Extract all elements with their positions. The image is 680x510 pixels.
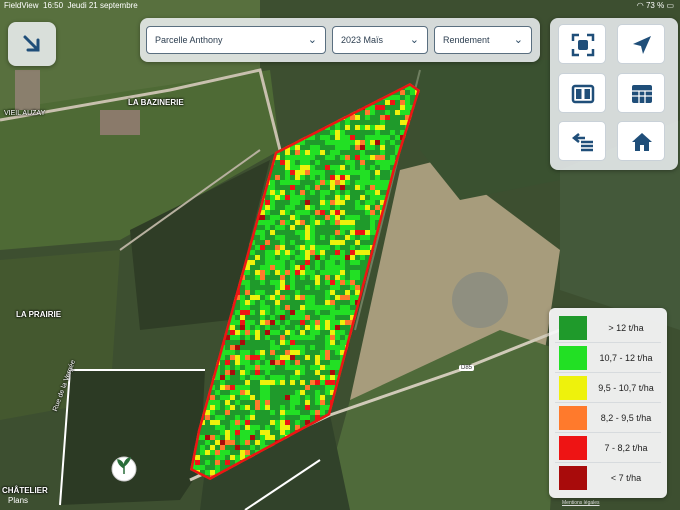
label-vieil-auzay: VIEIL AUZAY bbox=[4, 110, 46, 117]
road-sign-d85: D85 bbox=[459, 365, 475, 371]
legend-label: 7 - 8,2 t/ha bbox=[604, 443, 648, 453]
split-view-button[interactable] bbox=[558, 73, 606, 113]
season-select-value: 2023 Maïs bbox=[341, 35, 384, 45]
layer-select[interactable]: Rendement ⌄ bbox=[434, 26, 532, 54]
legend-item: 8,2 - 9,5 t/ha bbox=[555, 404, 661, 433]
label-la-bazinerie: LA BAZINERIE bbox=[128, 98, 184, 107]
legend-swatch bbox=[559, 346, 587, 370]
battery-level: 73 % bbox=[645, 1, 665, 10]
legend-swatch bbox=[559, 376, 587, 400]
legend-label: 9,5 - 10,7 t/ha bbox=[598, 383, 654, 393]
label-chatelier: CHÂTELIER bbox=[2, 486, 48, 495]
table-icon bbox=[632, 85, 652, 103]
layer-select-value: Rendement bbox=[443, 35, 490, 45]
fit-to-field-button[interactable] bbox=[558, 24, 606, 64]
fit-to-field-icon bbox=[571, 33, 595, 57]
legend-label: < 7 t/ha bbox=[610, 473, 642, 483]
arrow-down-right-icon bbox=[23, 35, 40, 52]
swap-layers-icon bbox=[571, 133, 593, 152]
legend-label: > 12 t/ha bbox=[608, 323, 644, 333]
plans-attribution: Plans bbox=[8, 496, 29, 505]
app-name: FieldView bbox=[4, 1, 39, 10]
split-view-icon bbox=[571, 84, 595, 104]
legend-item: 10,7 - 12 t/ha bbox=[555, 344, 661, 373]
legend-swatch bbox=[559, 406, 587, 430]
status-bar: FieldView 16:50 Jeudi 21 septembre ◠ 73 … bbox=[0, 0, 680, 12]
legend-item: 7 - 8,2 t/ha bbox=[555, 434, 661, 463]
locate-button[interactable] bbox=[617, 24, 665, 64]
home-icon bbox=[632, 133, 652, 151]
clock: 16:50 bbox=[43, 1, 64, 10]
village-buildings bbox=[15, 70, 40, 110]
legend-swatch bbox=[559, 466, 587, 490]
legend-item: > 12 t/ha bbox=[555, 314, 661, 343]
field-select-value: Parcelle Anthony bbox=[155, 35, 223, 45]
legend-item: 9,5 - 10,7 t/ha bbox=[555, 374, 661, 403]
legend-swatch bbox=[559, 316, 587, 340]
location-arrow-icon bbox=[633, 36, 651, 54]
swap-layers-button[interactable] bbox=[558, 121, 606, 161]
chevron-down-icon: ⌄ bbox=[409, 34, 419, 46]
battery-icon: ▭ bbox=[666, 1, 674, 10]
legend-swatch bbox=[559, 436, 587, 460]
yield-legend: > 12 t/ha 10,7 - 12 t/ha 9,5 - 10,7 t/ha… bbox=[549, 308, 667, 498]
farm-buildings bbox=[452, 272, 508, 328]
chevron-down-icon: ⌄ bbox=[307, 34, 317, 46]
legend-label: 8,2 - 9,5 t/ha bbox=[600, 413, 652, 423]
chevron-down-icon: ⌄ bbox=[513, 34, 523, 46]
season-select[interactable]: 2023 Maïs ⌄ bbox=[332, 26, 428, 54]
wifi-icon: ◠ bbox=[636, 1, 644, 10]
collapse-button[interactable] bbox=[8, 22, 56, 66]
legal-link[interactable]: Mentions légales bbox=[562, 500, 600, 506]
table-button[interactable] bbox=[617, 73, 665, 113]
legend-label: 10,7 - 12 t/ha bbox=[599, 353, 653, 363]
legend-item: < 7 t/ha bbox=[555, 464, 661, 492]
date: Jeudi 21 septembre bbox=[67, 1, 138, 10]
village-buildings bbox=[100, 110, 140, 135]
home-button[interactable] bbox=[617, 121, 665, 161]
field-select[interactable]: Parcelle Anthony ⌄ bbox=[146, 26, 326, 54]
dark-field bbox=[60, 370, 205, 505]
label-la-prairie: LA PRAIRIE bbox=[16, 310, 62, 319]
